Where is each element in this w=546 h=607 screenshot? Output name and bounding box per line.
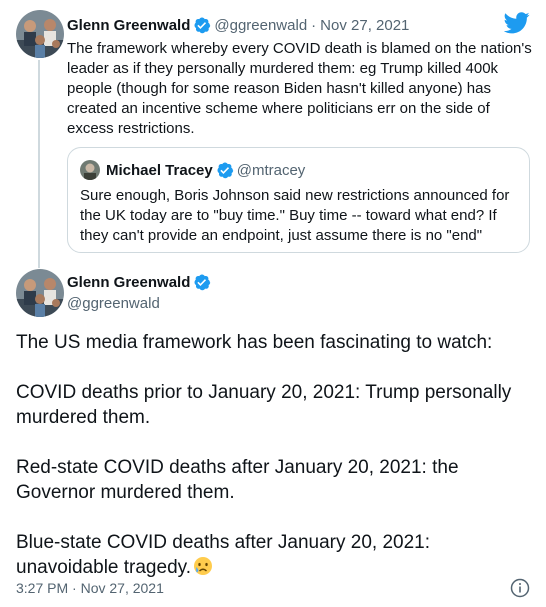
quoted-author-name: Michael Tracey [106,161,213,179]
twitter-bird-icon[interactable] [503,12,530,34]
tweet-timestamp[interactable]: 3:27 PM · Nov 27, 2021 [16,580,164,596]
parent-tweet-text: The framework whereby every COVID death … [67,40,532,137]
parent-tweet-header: Glenn Greenwald @ggreenwald · Nov 27, 20… [67,16,409,34]
quoted-tweet-card[interactable]: Michael Tracey @mtracey Sure enough, Bor… [67,147,530,253]
quoted-tweet-header: Michael Tracey @mtracey [106,161,305,179]
parent-author-handle[interactable]: @ggreenwald [214,17,307,34]
main-tweet-text: The US media framework has been fascinat… [16,330,536,605]
quoted-author-avatar [80,160,100,180]
main-tweet-paragraph: Red-state COVID deaths after January 20,… [16,457,459,503]
crying-face-icon [193,556,213,576]
main-tweet-paragraph: The US media framework has been fascinat… [16,332,493,353]
verified-badge-icon [216,161,234,179]
main-author-name-row: Glenn Greenwald [67,273,214,291]
thread-connector-line [38,60,40,268]
verified-badge-icon [193,273,211,291]
parent-author-name[interactable]: Glenn Greenwald [67,17,190,34]
main-author-handle[interactable]: @ggreenwald [67,295,160,312]
quoted-tweet-text: Sure enough, Boris Johnson said new rest… [80,187,510,244]
main-tweet-paragraph: COVID deaths prior to January 20, 2021: … [16,382,512,428]
header-separator: · [311,16,317,34]
main-author-avatar[interactable] [16,269,64,317]
quoted-author-handle: @mtracey [236,161,306,179]
main-tweet-last-paragraph: Blue-state COVID deaths after January 20… [16,530,536,580]
info-icon[interactable] [510,578,530,598]
main-tweet-paragraph: Blue-state COVID deaths after January 20… [16,532,431,578]
parent-tweet-date[interactable]: Nov 27, 2021 [320,17,409,34]
verified-badge-icon [193,16,211,34]
parent-author-avatar[interactable] [16,10,64,58]
main-author-name[interactable]: Glenn Greenwald [67,274,190,291]
